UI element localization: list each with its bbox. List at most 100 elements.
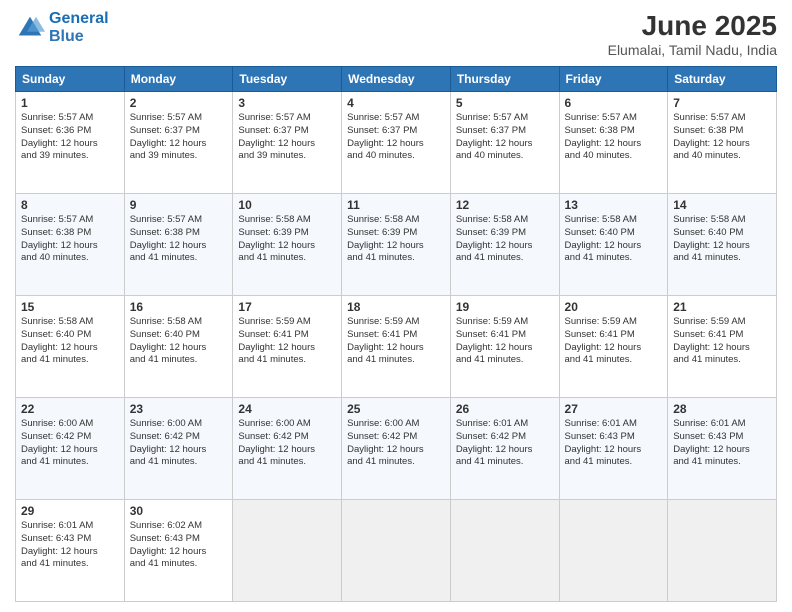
- calendar-cell: 28 Sunrise: 6:01 AM Sunset: 6:43 PM Dayli…: [668, 398, 777, 500]
- calendar-week-5: 29 Sunrise: 6:01 AM Sunset: 6:43 PM Dayli…: [16, 500, 777, 602]
- calendar-cell: 26Sunrise: 6:01 AM Sunset: 6:42 PM Dayli…: [450, 398, 559, 500]
- page: General Blue June 2025 Elumalai, Tamil N…: [0, 0, 792, 612]
- day-number: 24: [238, 402, 336, 416]
- calendar-cell: 12 Sunrise: 5:58 AM Sunset: 6:39 PM Dayli…: [450, 194, 559, 296]
- day-info: Sunrise: 5:57 AM Sunset: 6:37 PM Dayligh…: [347, 112, 445, 163]
- day-number: 1: [21, 96, 119, 110]
- day-number: 16: [130, 300, 228, 314]
- day-info: Sunrise: 5:59 AM Sunset: 6:41 PM Dayligh…: [673, 316, 771, 367]
- calendar-cell: 2 Sunrise: 5:57 AM Sunset: 6:37 PM Daylig…: [124, 92, 233, 194]
- day-info: Sunrise: 5:58 AM Sunset: 6:40 PM Dayligh…: [673, 214, 771, 265]
- day-info: Sunrise: 6:01 AM Sunset: 6:43 PM Dayligh…: [565, 418, 663, 469]
- calendar-cell: [342, 500, 451, 602]
- logo: General Blue: [15, 10, 109, 45]
- calendar-cell: 29 Sunrise: 6:01 AM Sunset: 6:43 PM Dayli…: [16, 500, 125, 602]
- day-info: Sunrise: 5:58 AM Sunset: 6:39 PM Dayligh…: [456, 214, 554, 265]
- day-number: 17: [238, 300, 336, 314]
- day-number: 12: [456, 198, 554, 212]
- day-info: Sunrise: 6:00 AM Sunset: 6:42 PM Dayligh…: [238, 418, 336, 469]
- day-number: 22: [21, 402, 119, 416]
- day-info: Sunrise: 5:57 AM Sunset: 6:38 PM Dayligh…: [130, 214, 228, 265]
- calendar-week-4: 22 Sunrise: 6:00 AM Sunset: 6:42 PM Dayli…: [16, 398, 777, 500]
- day-number: 8: [21, 198, 119, 212]
- day-number: 10: [238, 198, 336, 212]
- day-number: 3: [238, 96, 336, 110]
- calendar-week-3: 15Sunrise: 5:58 AM Sunset: 6:40 PM Dayli…: [16, 296, 777, 398]
- day-info: Sunrise: 5:58 AM Sunset: 6:40 PM Dayligh…: [21, 316, 119, 367]
- day-info: Sunrise: 5:57 AM Sunset: 6:37 PM Dayligh…: [238, 112, 336, 163]
- calendar-cell: 23Sunrise: 6:00 AM Sunset: 6:42 PM Dayli…: [124, 398, 233, 500]
- calendar-cell: 9 Sunrise: 5:57 AM Sunset: 6:38 PM Daylig…: [124, 194, 233, 296]
- day-number: 9: [130, 198, 228, 212]
- day-number: 20: [565, 300, 663, 314]
- day-info: Sunrise: 6:02 AM Sunset: 6:43 PM Dayligh…: [130, 520, 228, 571]
- calendar-cell: 30 Sunrise: 6:02 AM Sunset: 6:43 PM Dayli…: [124, 500, 233, 602]
- day-info: Sunrise: 5:58 AM Sunset: 6:40 PM Dayligh…: [130, 316, 228, 367]
- day-number: 28: [673, 402, 771, 416]
- day-info: Sunrise: 5:57 AM Sunset: 6:38 PM Dayligh…: [21, 214, 119, 265]
- calendar-header-row: SundayMondayTuesdayWednesdayThursdayFrid…: [16, 67, 777, 92]
- calendar-cell: 18Sunrise: 5:59 AM Sunset: 6:41 PM Dayli…: [342, 296, 451, 398]
- day-info: Sunrise: 5:58 AM Sunset: 6:39 PM Dayligh…: [347, 214, 445, 265]
- logo-line2: Blue: [49, 28, 84, 45]
- calendar-cell: 5Sunrise: 5:57 AM Sunset: 6:37 PM Daylig…: [450, 92, 559, 194]
- day-info: Sunrise: 6:01 AM Sunset: 6:43 PM Dayligh…: [21, 520, 119, 571]
- main-title: June 2025: [608, 10, 777, 42]
- calendar-header-saturday: Saturday: [668, 67, 777, 92]
- day-number: 7: [673, 96, 771, 110]
- day-number: 29: [21, 504, 119, 518]
- calendar-cell: [233, 500, 342, 602]
- calendar-cell: 8 Sunrise: 5:57 AM Sunset: 6:38 PM Daylig…: [16, 194, 125, 296]
- day-info: Sunrise: 5:57 AM Sunset: 6:38 PM Dayligh…: [565, 112, 663, 163]
- day-info: Sunrise: 5:59 AM Sunset: 6:41 PM Dayligh…: [238, 316, 336, 367]
- calendar-header-friday: Friday: [559, 67, 668, 92]
- header: General Blue June 2025 Elumalai, Tamil N…: [15, 10, 777, 58]
- calendar-table: SundayMondayTuesdayWednesdayThursdayFrid…: [15, 66, 777, 602]
- title-block: June 2025 Elumalai, Tamil Nadu, India: [608, 10, 777, 58]
- logo-text: General Blue: [49, 10, 109, 45]
- day-info: Sunrise: 6:01 AM Sunset: 6:43 PM Dayligh…: [673, 418, 771, 469]
- calendar-cell: [559, 500, 668, 602]
- calendar-cell: 22Sunrise: 6:00 AM Sunset: 6:42 PM Dayli…: [16, 398, 125, 500]
- calendar-cell: 1 Sunrise: 5:57 AM Sunset: 6:36 PM Daylig…: [16, 92, 125, 194]
- calendar-body: 1 Sunrise: 5:57 AM Sunset: 6:36 PM Daylig…: [16, 92, 777, 602]
- calendar-cell: 6 Sunrise: 5:57 AM Sunset: 6:38 PM Daylig…: [559, 92, 668, 194]
- calendar-header-tuesday: Tuesday: [233, 67, 342, 92]
- logo-line1: General: [49, 10, 109, 27]
- calendar-cell: 16 Sunrise: 5:58 AM Sunset: 6:40 PM Dayli…: [124, 296, 233, 398]
- day-number: 13: [565, 198, 663, 212]
- calendar-cell: 24 Sunrise: 6:00 AM Sunset: 6:42 PM Dayli…: [233, 398, 342, 500]
- day-info: Sunrise: 5:59 AM Sunset: 6:41 PM Dayligh…: [347, 316, 445, 367]
- day-info: Sunrise: 5:57 AM Sunset: 6:36 PM Dayligh…: [21, 112, 119, 163]
- day-number: 30: [130, 504, 228, 518]
- calendar-header-thursday: Thursday: [450, 67, 559, 92]
- day-number: 6: [565, 96, 663, 110]
- calendar-cell: 13Sunrise: 5:58 AM Sunset: 6:40 PM Dayli…: [559, 194, 668, 296]
- day-info: Sunrise: 5:58 AM Sunset: 6:39 PM Dayligh…: [238, 214, 336, 265]
- day-number: 2: [130, 96, 228, 110]
- day-number: 11: [347, 198, 445, 212]
- day-number: 4: [347, 96, 445, 110]
- day-number: 19: [456, 300, 554, 314]
- calendar-week-2: 8 Sunrise: 5:57 AM Sunset: 6:38 PM Daylig…: [16, 194, 777, 296]
- day-info: Sunrise: 5:57 AM Sunset: 6:38 PM Dayligh…: [673, 112, 771, 163]
- day-info: Sunrise: 6:00 AM Sunset: 6:42 PM Dayligh…: [130, 418, 228, 469]
- day-info: Sunrise: 6:00 AM Sunset: 6:42 PM Dayligh…: [347, 418, 445, 469]
- calendar-cell: 14 Sunrise: 5:58 AM Sunset: 6:40 PM Dayli…: [668, 194, 777, 296]
- calendar-cell: 19Sunrise: 5:59 AM Sunset: 6:41 PM Dayli…: [450, 296, 559, 398]
- calendar-cell: 20 Sunrise: 5:59 AM Sunset: 6:41 PM Dayli…: [559, 296, 668, 398]
- day-info: Sunrise: 5:57 AM Sunset: 6:37 PM Dayligh…: [130, 112, 228, 163]
- calendar-cell: 3 Sunrise: 5:57 AM Sunset: 6:37 PM Daylig…: [233, 92, 342, 194]
- day-number: 25: [347, 402, 445, 416]
- calendar-cell: 27Sunrise: 6:01 AM Sunset: 6:43 PM Dayli…: [559, 398, 668, 500]
- calendar-header-monday: Monday: [124, 67, 233, 92]
- calendar-week-1: 1 Sunrise: 5:57 AM Sunset: 6:36 PM Daylig…: [16, 92, 777, 194]
- calendar-cell: 17 Sunrise: 5:59 AM Sunset: 6:41 PM Dayli…: [233, 296, 342, 398]
- calendar-cell: 21Sunrise: 5:59 AM Sunset: 6:41 PM Dayli…: [668, 296, 777, 398]
- day-number: 14: [673, 198, 771, 212]
- calendar-header-wednesday: Wednesday: [342, 67, 451, 92]
- calendar-cell: [668, 500, 777, 602]
- day-info: Sunrise: 5:59 AM Sunset: 6:41 PM Dayligh…: [565, 316, 663, 367]
- calendar-cell: 25 Sunrise: 6:00 AM Sunset: 6:42 PM Dayli…: [342, 398, 451, 500]
- calendar-cell: 7 Sunrise: 5:57 AM Sunset: 6:38 PM Daylig…: [668, 92, 777, 194]
